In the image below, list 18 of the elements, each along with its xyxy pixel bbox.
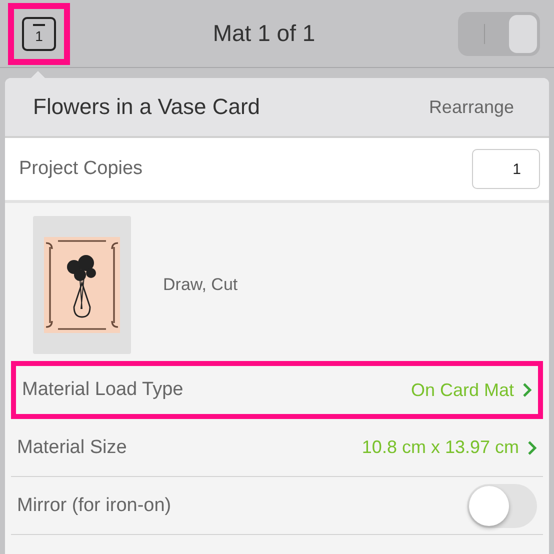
mat-button[interactable]: 1 [8,2,70,64]
setting-label: Mirror (for iron-on) [17,494,172,516]
chevron-icon [522,382,532,398]
highlighted-setting-row[interactable]: Material Load Type On Card Mat [11,361,543,419]
copies-field[interactable]: 1 [472,149,540,189]
setting-label: Material Load Type [22,379,184,401]
chevron-icon [527,440,537,456]
project-title: Flowers in a Vase Card [33,94,260,120]
rearrange-button[interactable]: Rearrange [428,96,514,118]
copies-label: Project Copies [19,158,143,180]
setting-row[interactable]: Material Size 10.8 cm x 13.97 cm [11,419,543,477]
mat-thumbnail[interactable] [33,216,131,354]
setting-label: Material Size [17,436,127,458]
operations-text: Draw, Cut [163,275,238,295]
mat-title: Mat 1 of 1 [212,20,316,47]
mirror-switch[interactable] [467,484,537,528]
setting-row[interactable]: Mirror (for iron-on) [11,477,543,535]
view-toggle[interactable] [458,12,540,56]
